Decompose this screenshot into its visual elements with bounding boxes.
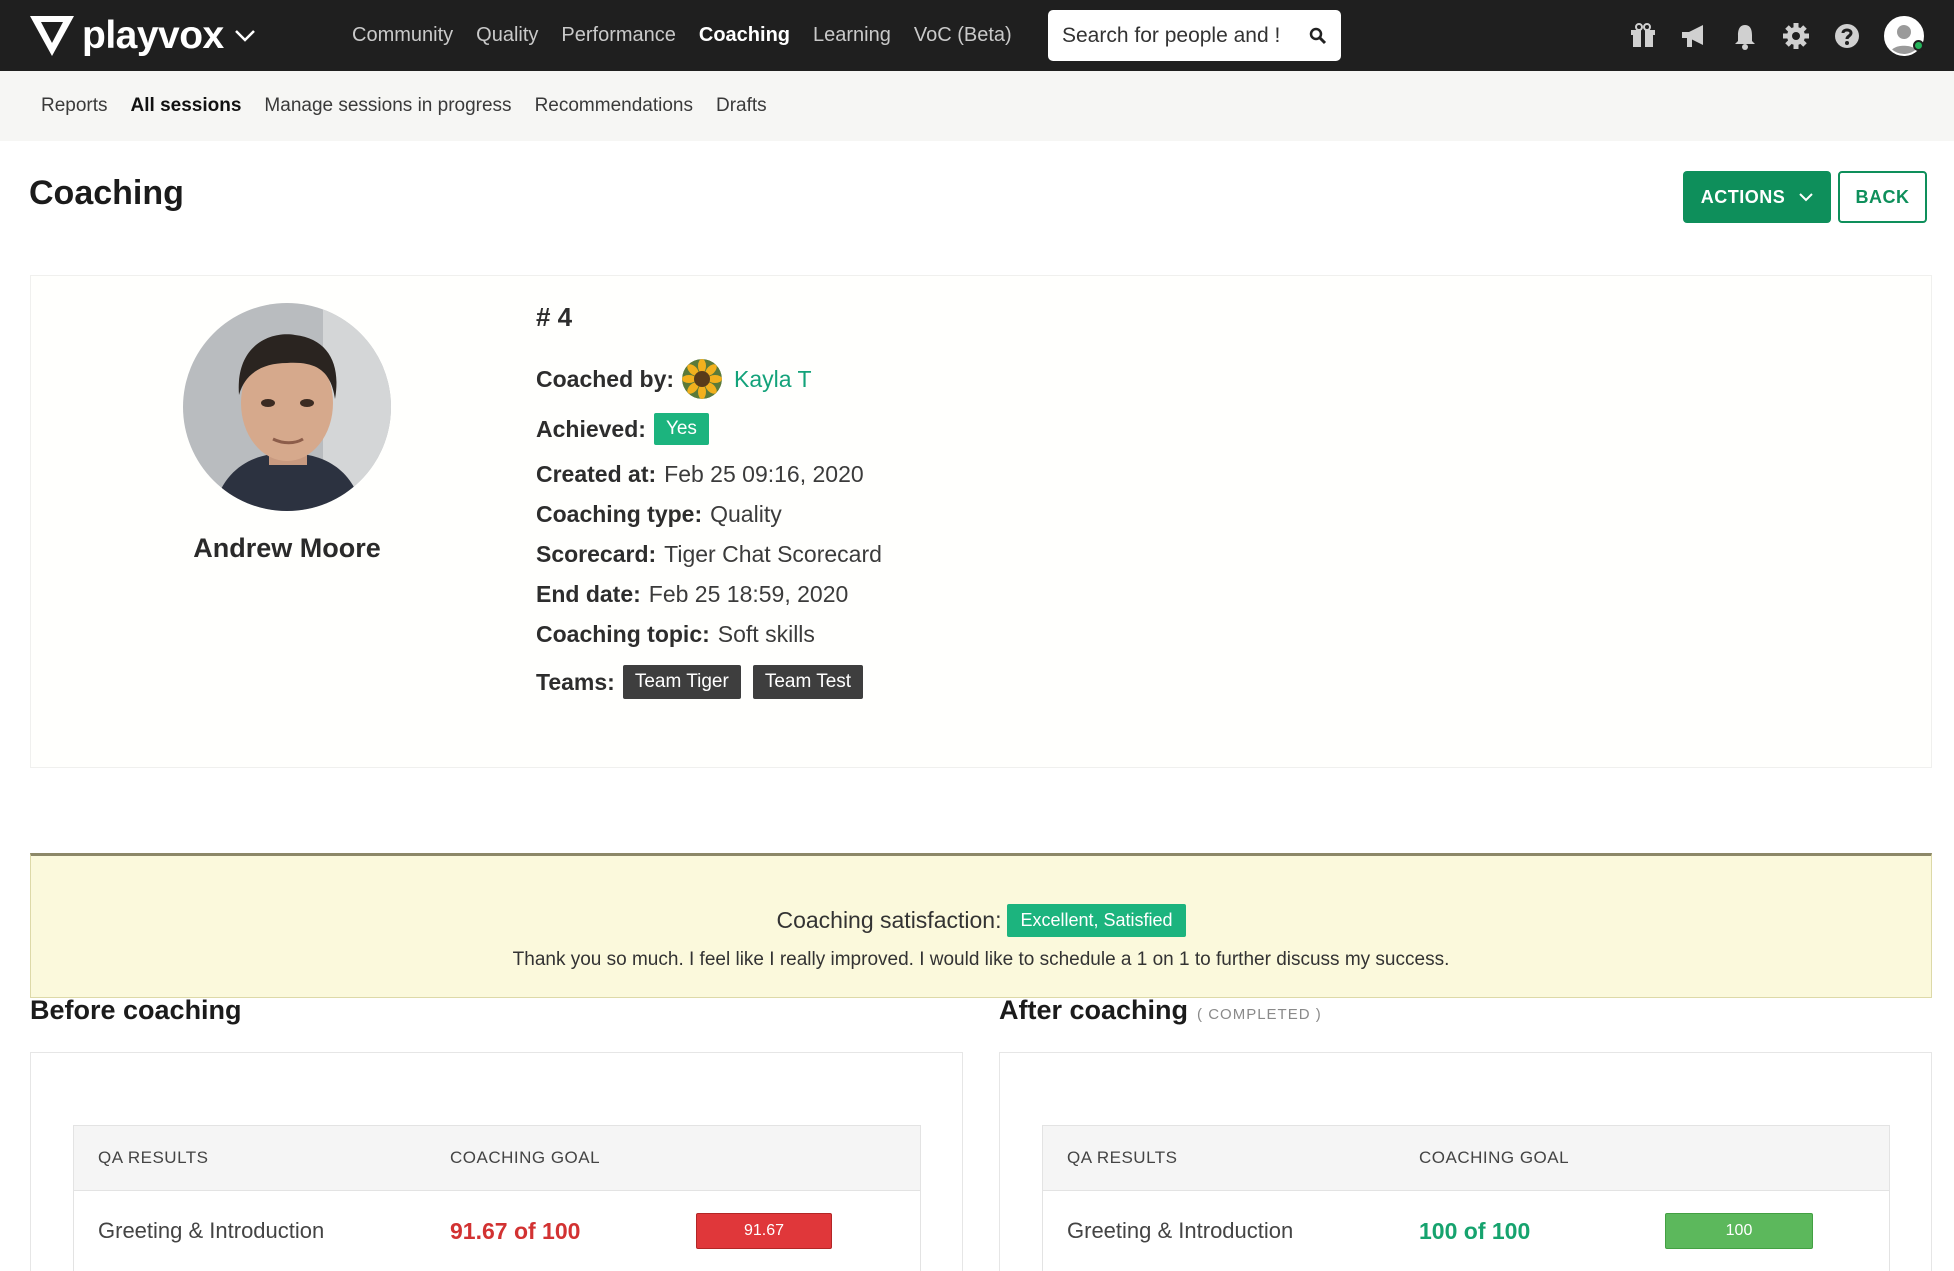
after-coaching-panel: QA RESULTS COACHING GOAL Greeting & Intr… bbox=[999, 1052, 1932, 1271]
coaching-details-card: Andrew Moore # 4 Coached by: Kayla T Ach… bbox=[30, 275, 1932, 768]
after-qa-table: QA RESULTS COACHING GOAL Greeting & Intr… bbox=[1042, 1125, 1890, 1271]
coach-name-link[interactable]: Kayla T bbox=[734, 366, 812, 393]
team-tag: Team Tiger bbox=[622, 665, 741, 699]
megaphone-icon[interactable] bbox=[1679, 21, 1709, 51]
satisfaction-banner: Coaching satisfaction: Excellent, Satisf… bbox=[30, 853, 1932, 998]
nav-quality[interactable]: Quality bbox=[476, 24, 538, 47]
subnav-manage-sessions[interactable]: Manage sessions in progress bbox=[264, 95, 511, 117]
teams-label: Teams: bbox=[536, 668, 615, 695]
satisfaction-badge: Excellent, Satisfied bbox=[1007, 904, 1186, 937]
subnav-reports[interactable]: Reports bbox=[41, 95, 108, 117]
gift-icon[interactable] bbox=[1628, 21, 1658, 51]
nav-performance[interactable]: Performance bbox=[561, 24, 676, 47]
scorecard-value: Tiger Chat Scorecard bbox=[664, 540, 882, 567]
satisfaction-label: Coaching satisfaction: bbox=[776, 907, 1002, 933]
score-bar: 100 bbox=[1665, 1213, 1813, 1249]
after-coaching-heading: After coaching bbox=[999, 995, 1189, 1025]
end-date-label: End date: bbox=[536, 580, 641, 607]
chevron-down-icon bbox=[1799, 192, 1813, 201]
team-tag: Team Test bbox=[752, 665, 864, 699]
teams-row: Teams: Team Tiger Team Test bbox=[536, 657, 882, 707]
topic-row: Coaching topic: Soft skills bbox=[536, 614, 882, 654]
chevron-down-icon[interactable] bbox=[234, 29, 256, 43]
satisfaction-comment: Thank you so much. I feel like I really … bbox=[512, 949, 1450, 970]
page-title: Coaching bbox=[29, 174, 184, 212]
topic-value: Soft skills bbox=[717, 620, 815, 647]
coach-avatar bbox=[682, 359, 723, 399]
end-date-row: End date: Feb 25 18:59, 2020 bbox=[536, 574, 882, 614]
created-row: Created at: Feb 25 09:16, 2020 bbox=[536, 454, 882, 494]
qa-category: Greeting & Introduction bbox=[1067, 1218, 1294, 1243]
qa-score: 100 of 100 bbox=[1419, 1217, 1531, 1244]
col-qa-results: QA RESULTS bbox=[98, 1148, 209, 1167]
nav-voc[interactable]: VoC (Beta) bbox=[914, 24, 1012, 47]
actions-button[interactable]: ACTIONS bbox=[1683, 171, 1831, 223]
main-nav: Community Quality Performance Coaching L… bbox=[352, 0, 1035, 71]
col-coaching-goal: COACHING GOAL bbox=[1419, 1148, 1570, 1167]
back-button[interactable]: BACK bbox=[1838, 171, 1927, 223]
nav-learning[interactable]: Learning bbox=[813, 24, 891, 47]
after-coaching-title: After coaching ( COMPLETED ) bbox=[999, 995, 1322, 1026]
type-value: Quality bbox=[710, 500, 782, 527]
subnav-recommendations[interactable]: Recommendations bbox=[535, 95, 693, 117]
brand-logo[interactable]: playvox bbox=[30, 14, 256, 58]
sub-nav: Reports All sessions Manage sessions in … bbox=[0, 71, 1954, 141]
achieved-label: Achieved: bbox=[536, 415, 646, 442]
topic-label: Coaching topic: bbox=[536, 620, 710, 647]
score-bar: 91.67 bbox=[696, 1213, 832, 1249]
search-input[interactable] bbox=[1062, 23, 1297, 48]
coachee-name: Andrew Moore bbox=[193, 533, 381, 563]
type-row: Coaching type: Quality bbox=[536, 494, 882, 534]
achieved-badge: Yes bbox=[653, 413, 709, 445]
help-icon[interactable] bbox=[1832, 21, 1862, 51]
before-qa-table: QA RESULTS COACHING GOAL Greeting & Intr… bbox=[73, 1125, 921, 1271]
achieved-row: Achieved: Yes bbox=[536, 404, 882, 454]
coached-by-row: Coached by: Kayla T bbox=[536, 354, 882, 404]
after-coaching-status: ( COMPLETED ) bbox=[1197, 1006, 1322, 1023]
table-header: QA RESULTS COACHING GOAL bbox=[74, 1126, 920, 1191]
type-label: Coaching type: bbox=[536, 500, 703, 527]
col-qa-results: QA RESULTS bbox=[1067, 1148, 1178, 1167]
table-row: Greeting & Introduction 91.67 of 100 91.… bbox=[74, 1191, 920, 1271]
satisfaction-line: Coaching satisfaction: Excellent, Satisf… bbox=[31, 904, 1931, 937]
gear-icon[interactable] bbox=[1781, 21, 1811, 51]
table-header: QA RESULTS COACHING GOAL bbox=[1043, 1126, 1889, 1191]
playvox-logo-icon bbox=[30, 16, 74, 56]
before-coaching-heading: Before coaching bbox=[30, 995, 242, 1025]
end-date-value: Feb 25 18:59, 2020 bbox=[648, 580, 849, 607]
scorecard-row: Scorecard: Tiger Chat Scorecard bbox=[536, 534, 882, 574]
bell-icon[interactable] bbox=[1730, 21, 1760, 51]
top-navbar: playvox Community Quality Performance Co… bbox=[0, 0, 1954, 71]
subnav-all-sessions[interactable]: All sessions bbox=[131, 95, 242, 117]
col-coaching-goal: COACHING GOAL bbox=[450, 1148, 601, 1167]
nav-coaching[interactable]: Coaching bbox=[699, 24, 790, 47]
brand-name: playvox bbox=[82, 14, 224, 57]
nav-community[interactable]: Community bbox=[352, 24, 453, 47]
top-icon-bar bbox=[1607, 0, 1924, 71]
session-details: # 4 Coached by: Kayla T Achieved: Yes Cr… bbox=[536, 302, 882, 707]
search-icon[interactable] bbox=[1309, 27, 1327, 45]
coachee-avatar bbox=[183, 303, 391, 511]
before-coaching-title: Before coaching bbox=[30, 995, 242, 1026]
before-coaching-panel: QA RESULTS COACHING GOAL Greeting & Intr… bbox=[30, 1052, 963, 1271]
table-row: Greeting & Introduction 100 of 100 100 bbox=[1043, 1191, 1889, 1271]
actions-label: ACTIONS bbox=[1700, 186, 1786, 207]
subnav-drafts[interactable]: Drafts bbox=[716, 95, 767, 117]
search-box bbox=[1048, 10, 1341, 61]
scorecard-label: Scorecard: bbox=[536, 540, 657, 567]
online-status-dot bbox=[1913, 40, 1924, 51]
created-label: Created at: bbox=[536, 460, 657, 487]
qa-category: Greeting & Introduction bbox=[98, 1218, 325, 1243]
qa-score: 91.67 of 100 bbox=[450, 1217, 581, 1244]
session-id: # 4 bbox=[536, 302, 573, 332]
coached-by-label: Coached by: bbox=[536, 365, 675, 392]
created-value: Feb 25 09:16, 2020 bbox=[664, 460, 864, 487]
